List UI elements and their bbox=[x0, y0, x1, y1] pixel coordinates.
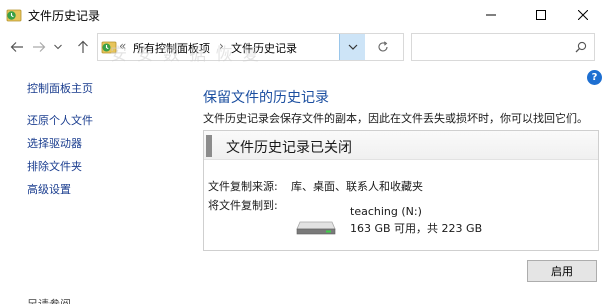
status-panel-header: 文件历史记录已关闭 bbox=[204, 131, 598, 160]
up-button[interactable] bbox=[74, 39, 92, 55]
window-title: 文件历史记录 bbox=[28, 9, 101, 23]
search-input[interactable] bbox=[411, 33, 595, 61]
back-button[interactable] bbox=[8, 39, 26, 55]
sidebar-item-select-drive[interactable]: 选择驱动器 bbox=[27, 135, 82, 151]
file-history-icon bbox=[6, 9, 22, 22]
copy-from-label: 文件复制来源: bbox=[208, 180, 278, 193]
chevron-down-icon bbox=[54, 44, 62, 50]
minimize-icon bbox=[486, 14, 496, 16]
status-panel: 文件历史记录已关闭 文件复制来源: 库、桌面、联系人和收藏夹 将文件复制到: t… bbox=[203, 130, 599, 251]
drive-name: teaching (N:) bbox=[350, 205, 422, 218]
watermark: 安 安 数 据 恢 复 bbox=[110, 45, 262, 65]
arrow-left-icon bbox=[10, 42, 23, 52]
status-accent-bar bbox=[206, 135, 212, 157]
copy-to-label: 将文件复制到: bbox=[208, 199, 278, 212]
help-icon[interactable]: ? bbox=[587, 70, 602, 85]
status-title: 文件历史记录已关闭 bbox=[226, 140, 352, 156]
minimize-button[interactable] bbox=[468, 0, 514, 30]
sidebar-see-also: 另请参阅 bbox=[27, 296, 71, 304]
close-button[interactable] bbox=[560, 0, 606, 30]
search-icon bbox=[575, 41, 587, 53]
forward-button[interactable] bbox=[30, 39, 48, 55]
arrow-right-icon bbox=[33, 42, 46, 52]
turn-on-button[interactable]: 启用 bbox=[527, 260, 597, 282]
refresh-button[interactable] bbox=[373, 38, 393, 56]
recent-locations-button[interactable] bbox=[52, 39, 64, 55]
page-description: 文件历史记录会保存文件的副本，因此在文件丢失或损坏时，你可以找回它们。 bbox=[203, 112, 588, 125]
sidebar-item-exclude-folders[interactable]: 排除文件夹 bbox=[27, 158, 82, 174]
arrow-up-icon bbox=[78, 40, 88, 53]
drive-icon bbox=[296, 221, 336, 235]
chevron-down-icon bbox=[348, 44, 357, 50]
sidebar-item-control-panel-home[interactable]: 控制面板主页 bbox=[27, 80, 93, 96]
address-dropdown-button[interactable] bbox=[339, 34, 365, 60]
copy-from-value: 库、桌面、联系人和收藏夹 bbox=[291, 180, 423, 193]
maximize-button[interactable] bbox=[518, 0, 564, 30]
maximize-icon bbox=[536, 10, 546, 20]
sidebar-item-restore-personal-files[interactable]: 还原个人文件 bbox=[27, 112, 93, 128]
drive-space: 163 GB 可用，共 223 GB bbox=[350, 222, 483, 235]
title-bar: 文件历史记录 bbox=[0, 0, 606, 30]
refresh-icon bbox=[378, 41, 388, 52]
page-title: 保留文件的历史记录 bbox=[203, 90, 329, 106]
close-icon bbox=[578, 10, 588, 20]
sidebar-item-advanced-settings[interactable]: 高级设置 bbox=[27, 181, 71, 197]
navigation-bar: « 所有控制面板项 › 文件历史记录 bbox=[0, 30, 606, 64]
